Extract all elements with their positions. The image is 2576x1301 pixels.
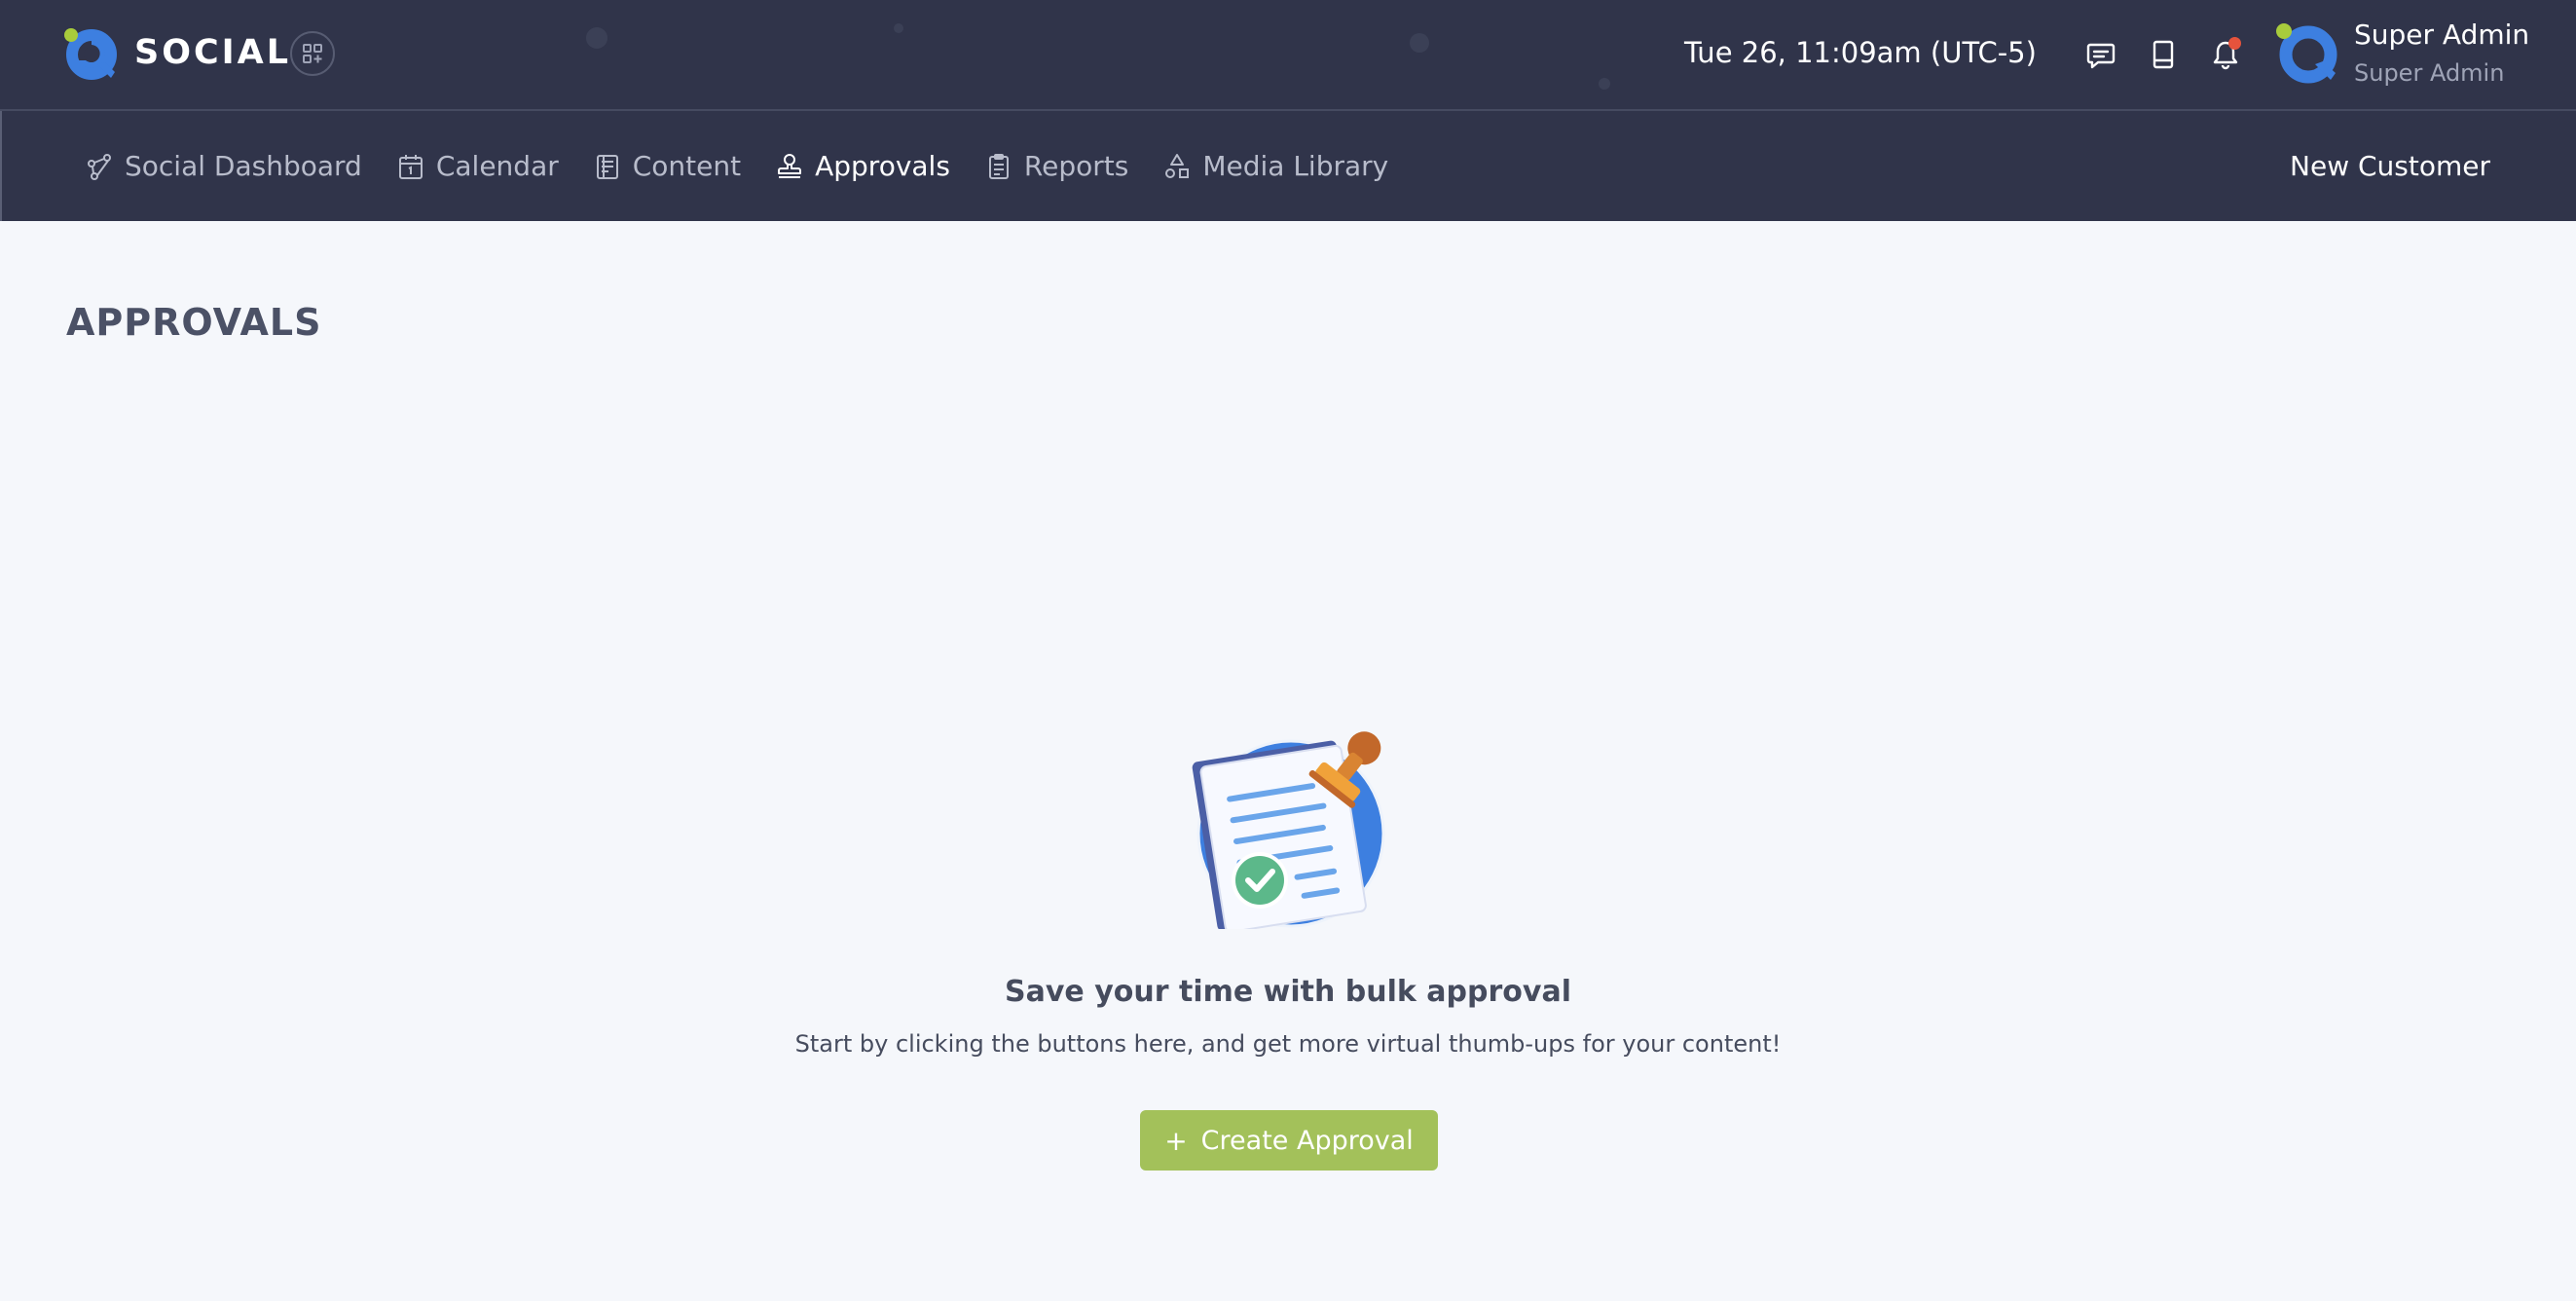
stamp-icon [774, 151, 805, 182]
avatar[interactable] [2274, 21, 2338, 86]
docs-button[interactable] [2146, 37, 2181, 72]
nav-label: Content [632, 150, 742, 182]
nav-item-approvals[interactable]: Approvals [774, 150, 950, 182]
background-speck [894, 23, 903, 33]
nav-item-media-library[interactable]: Media Library [1161, 150, 1388, 182]
plus-icon: + [1164, 1124, 1188, 1157]
approval-illustration [1182, 725, 1396, 929]
nav-item-social-dashboard[interactable]: Social Dashboard [84, 150, 362, 182]
apps-grid-icon [303, 44, 322, 63]
document-icon [592, 151, 623, 182]
user-name[interactable]: Super Admin [2354, 18, 2529, 53]
nav-item-calendar[interactable]: Calendar [395, 150, 559, 182]
book-icon [2153, 40, 2174, 69]
new-customer-link[interactable]: New Customer [2290, 111, 2490, 221]
nav-item-content[interactable]: Content [592, 150, 741, 182]
background-speck [1410, 33, 1429, 53]
nav-label: Approvals [815, 150, 950, 182]
logo-icon[interactable] [62, 25, 117, 80]
create-approval-label: Create Approval [1200, 1125, 1414, 1156]
create-approval-button[interactable]: + Create Approval [1140, 1110, 1438, 1171]
calendar-icon [395, 151, 426, 182]
social-network-icon [84, 151, 115, 182]
nav-label: Reports [1023, 150, 1129, 182]
chat-button[interactable] [2083, 37, 2118, 72]
shapes-icon [1161, 151, 1193, 182]
nav-label: Media Library [1202, 150, 1389, 182]
empty-state-subtext: Start by clicking the buttons here, and … [794, 1030, 1782, 1058]
apps-grid-button[interactable] [290, 31, 335, 76]
page-title: APPROVALS [66, 301, 322, 344]
background-speck [1599, 78, 1610, 90]
background-speck [586, 27, 607, 49]
top-header: SOCIAL Tue 26, 11:09am (UTC-5) Super Adm… [0, 0, 2576, 111]
chat-icon [2086, 43, 2116, 69]
main-nav: Social Dashboard Calendar Content Approv… [0, 111, 2576, 221]
notifications-button[interactable] [2208, 37, 2243, 72]
brand-name: SOCIAL [134, 33, 292, 72]
nav-items: Social Dashboard Calendar Content Approv… [84, 111, 1421, 221]
user-role: Super Admin [2354, 59, 2505, 87]
nav-item-reports[interactable]: Reports [983, 150, 1128, 182]
nav-label: Calendar [435, 150, 559, 182]
notification-dot [2228, 37, 2241, 50]
empty-state-heading: Save your time with bulk approval [1005, 975, 1571, 1009]
header-datetime: Tue 26, 11:09am (UTC-5) [1684, 36, 2037, 69]
nav-label: Social Dashboard [125, 150, 362, 182]
clipboard-icon [983, 151, 1014, 182]
